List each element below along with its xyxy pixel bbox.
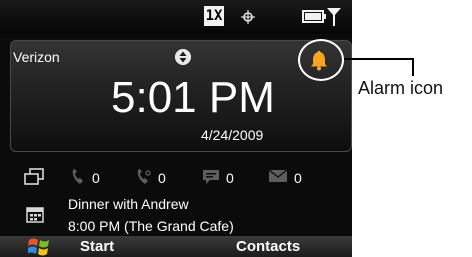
contacts-softkey[interactable]: Contacts <box>236 238 300 255</box>
start-softkey[interactable]: Start <box>80 238 114 255</box>
windows-start-icon[interactable] <box>28 237 50 256</box>
windows-stack-icon[interactable] <box>24 168 44 186</box>
email-icon[interactable] <box>268 168 288 184</box>
softkey-bar: Start Contacts <box>0 236 352 257</box>
missed-call-count: 0 <box>92 170 100 186</box>
appointment-details: 8:00 PM (The Grand Cafe) <box>68 218 234 234</box>
clock-time: 5:01 PM <box>111 73 275 122</box>
missed-call-icon[interactable] <box>70 168 86 186</box>
calendar-icon <box>26 207 44 223</box>
clock-date: 4/24/2009 <box>201 127 264 143</box>
signal-icon <box>327 8 341 26</box>
battery-icon <box>302 10 326 23</box>
network-type-badge: 1X <box>204 6 224 26</box>
status-bar: 1X <box>0 0 352 34</box>
text-message-icon[interactable] <box>202 168 220 186</box>
carrier-name: Verizon <box>13 49 60 65</box>
text-message-count: 0 <box>226 170 234 186</box>
alarm-highlight-circle <box>298 39 344 81</box>
alarm-icon-callout-label: Alarm icon <box>358 78 444 98</box>
notification-counters: 0 0 0 0 <box>0 160 352 196</box>
callout-line-vertical <box>412 58 414 76</box>
phone-screen: 1X Verizon 5:01 PM 4/24/2009 0 0 0 0 Din… <box>0 0 352 257</box>
upcoming-appointment[interactable]: Dinner with Andrew 8:00 PM (The Grand Ca… <box>0 196 352 236</box>
voicemail-icon[interactable] <box>135 168 153 186</box>
appointment-title: Dinner with Andrew <box>68 196 189 212</box>
callout-line-horizontal <box>344 58 414 60</box>
carrier-switch-icon[interactable] <box>175 49 191 65</box>
voicemail-count: 0 <box>158 170 166 186</box>
email-count: 0 <box>294 170 302 186</box>
crosshair-icon <box>241 10 255 24</box>
